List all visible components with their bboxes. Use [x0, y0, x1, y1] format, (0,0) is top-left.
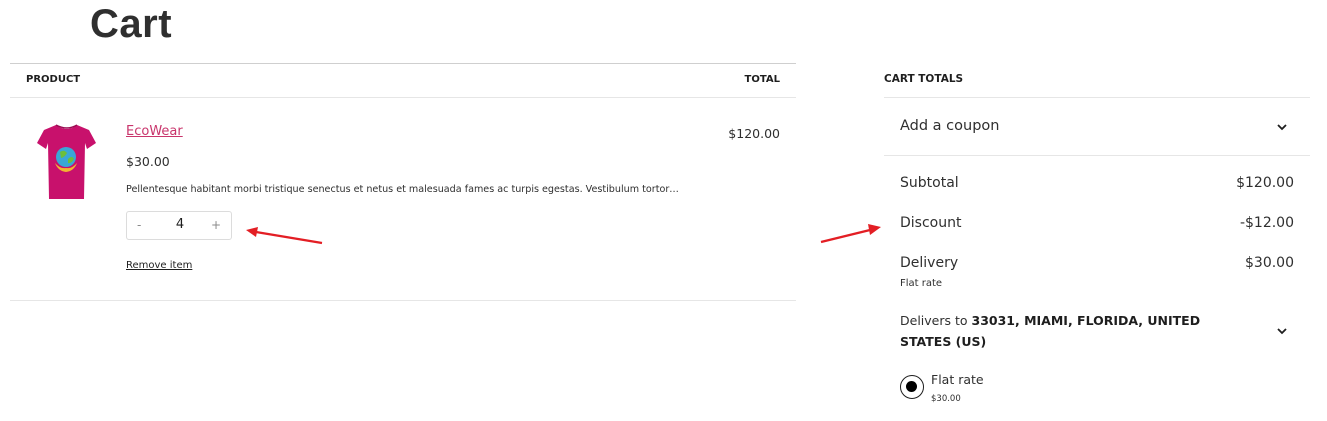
product-unit-price: $30.00: [126, 154, 170, 169]
delivery-value: $30.00: [1245, 255, 1294, 271]
remove-item-link[interactable]: Remove item: [126, 260, 192, 271]
table-header: PRODUCT TOTAL: [10, 63, 796, 98]
discount-label: Discount: [900, 215, 962, 231]
line-total: $120.00: [728, 126, 780, 141]
delivery-method: Flat rate: [900, 278, 943, 289]
add-coupon-toggle[interactable]: Add a coupon: [884, 97, 1310, 156]
shipping-option-name: Flat rate: [931, 372, 984, 387]
cart-item-row: EcoWear $30.00 Pellentesque habitant mor…: [10, 97, 796, 301]
quantity-input[interactable]: [157, 217, 203, 232]
chevron-down-icon[interactable]: [1276, 325, 1288, 337]
tshirt-icon[interactable]: [34, 121, 98, 205]
quantity-stepper: - +: [126, 211, 232, 240]
total-column-header: TOTAL: [744, 74, 780, 85]
product-description: Pellentesque habitant morbi tristique se…: [126, 184, 679, 195]
flat-rate-radio[interactable]: [900, 375, 924, 399]
add-coupon-label: Add a coupon: [900, 118, 1000, 134]
shipping-option-price: $30.00: [931, 394, 961, 404]
annotation-arrow-icon: [246, 227, 323, 245]
delivery-label: Delivery: [900, 255, 959, 271]
cart-items-table: PRODUCT TOTAL EcoWear $30.00 Pellentesqu…: [10, 63, 796, 301]
chevron-down-icon: [1277, 124, 1287, 131]
annotation-arrow-icon: [820, 224, 881, 244]
decrease-quantity-button[interactable]: -: [137, 218, 141, 232]
delivers-to-prefix: Delivers to: [900, 313, 972, 328]
page-title: Cart: [90, 2, 173, 46]
increase-quantity-button[interactable]: +: [211, 218, 221, 232]
delivery-address: Delivers to 33031, MIAMI, FLORIDA, UNITE…: [900, 310, 1245, 352]
subtotal-label: Subtotal: [900, 175, 959, 191]
cart-totals-heading: CART TOTALS: [884, 73, 964, 85]
subtotal-value: $120.00: [1236, 175, 1294, 191]
discount-value: -$12.00: [1239, 215, 1294, 231]
product-name-link[interactable]: EcoWear: [126, 124, 183, 139]
product-column-header: PRODUCT: [26, 74, 81, 85]
cart-totals-panel: CART TOTALS Add a coupon Subtotal $120.0…: [884, 63, 1310, 421]
